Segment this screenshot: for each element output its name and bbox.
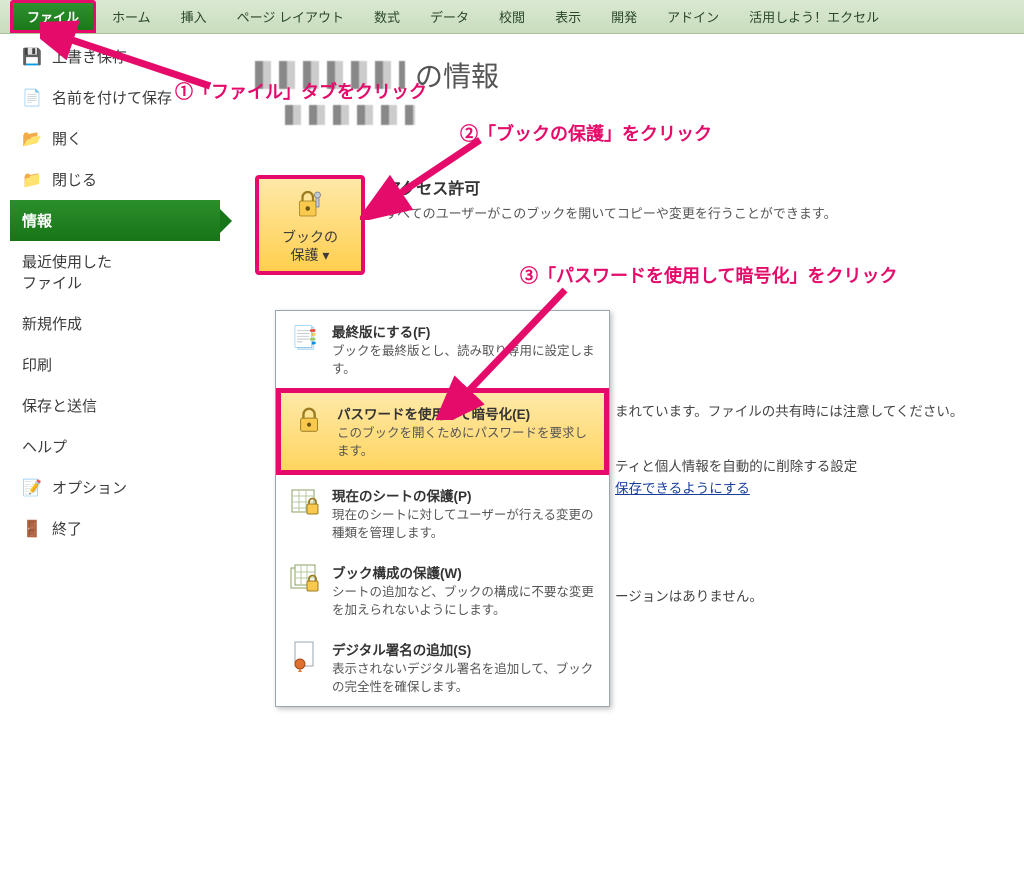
share-warning-text: まれています。ファイルの共有時には注意してください。 bbox=[615, 400, 963, 420]
ribbon-tab-file[interactable]: ファイル bbox=[10, 0, 96, 33]
privacy-enable-link[interactable]: 保存できるようにする bbox=[615, 481, 750, 496]
save-icon: 💾 bbox=[22, 47, 42, 67]
access-permission-desc: すべてのユーザーがこのブックを開いてコピーや変更を行うことができます。 bbox=[385, 203, 837, 222]
lock-icon bbox=[293, 403, 327, 437]
nav-label: オプション bbox=[52, 477, 127, 498]
menu-item-desc: 現在のシートに対してユーザーが行える変更の種類を管理します。 bbox=[332, 507, 597, 542]
options-icon: 📝 bbox=[22, 478, 42, 498]
nav-label: 終了 bbox=[52, 518, 82, 539]
nav-label: 新規作成 bbox=[22, 313, 82, 334]
nav-label: 開く bbox=[52, 128, 82, 149]
menu-protect-sheet[interactable]: 現在のシートの保護(P) 現在のシートに対してユーザーが行える変更の種類を管理し… bbox=[276, 475, 609, 552]
menu-item-title: 現在のシートの保護(P) bbox=[332, 485, 597, 505]
ribbon-tab-formulas[interactable]: 数式 bbox=[360, 0, 414, 33]
ribbon-tab-insert[interactable]: 挿入 bbox=[167, 0, 221, 33]
nav-exit[interactable]: 🚪 終了 bbox=[10, 508, 220, 549]
protect-workbook-menu: 📑 最終版にする(F) ブックを最終版とし、読み取り専用に設定します。 パスワー… bbox=[275, 310, 610, 707]
nav-label: 上書き保存 bbox=[52, 46, 127, 67]
protect-btn-line2: 保護 ▾ bbox=[291, 247, 330, 263]
access-permission-heading: アクセス許可 bbox=[385, 175, 837, 199]
menu-item-title: ブック構成の保護(W) bbox=[332, 562, 597, 582]
ribbon-tab-data[interactable]: データ bbox=[416, 0, 483, 33]
nav-print[interactable]: 印刷 bbox=[10, 344, 220, 385]
nav-label: ヘルプ bbox=[22, 436, 67, 457]
workbook-lock-icon bbox=[288, 562, 322, 596]
exit-icon: 🚪 bbox=[22, 519, 42, 539]
menu-item-title: 最終版にする(F) bbox=[332, 321, 597, 341]
nav-recent[interactable]: 最近使用した ファイル bbox=[10, 241, 220, 303]
open-folder-icon: 📂 bbox=[22, 129, 42, 149]
save-as-icon: 📄 bbox=[22, 88, 42, 108]
menu-item-desc: ブックを最終版とし、読み取り専用に設定します。 bbox=[332, 343, 597, 378]
nav-label: 最近使用した ファイル bbox=[22, 251, 112, 293]
ribbon-tab-addin[interactable]: アドイン bbox=[653, 0, 733, 33]
ribbon: ファイル ホーム 挿入 ページ レイアウト 数式 データ 校閲 表示 開発 アド… bbox=[0, 0, 1024, 34]
nav-label: 保存と送信 bbox=[22, 395, 97, 416]
nav-save[interactable]: 💾 上書き保存 bbox=[10, 36, 220, 77]
nav-label: 閉じる bbox=[52, 169, 97, 190]
nav-label: 情報 bbox=[22, 210, 52, 231]
mark-final-icon: 📑 bbox=[288, 321, 322, 355]
ribbon-tab-review[interactable]: 校閲 bbox=[485, 0, 539, 33]
nav-new[interactable]: 新規作成 bbox=[10, 303, 220, 344]
ribbon-tab-view[interactable]: 表示 bbox=[541, 0, 595, 33]
ribbon-tab-dev[interactable]: 開発 bbox=[597, 0, 651, 33]
nav-help[interactable]: ヘルプ bbox=[10, 426, 220, 467]
menu-item-desc: 表示されないデジタル署名を追加して、ブックの完全性を確保します。 bbox=[332, 661, 597, 696]
close-folder-icon: 📁 bbox=[22, 170, 42, 190]
menu-item-desc: シートの追加など、ブックの構成に不要な変更を加えられないようにします。 bbox=[332, 584, 597, 619]
callout-3: ③「パスワードを使用して暗号化」をクリック bbox=[520, 262, 897, 288]
menu-encrypt-password[interactable]: パスワードを使用して暗号化(E) このブックを開くためにパスワードを要求します。 bbox=[276, 388, 609, 475]
ribbon-tab-home[interactable]: ホーム bbox=[98, 0, 165, 33]
menu-item-title: デジタル署名の追加(S) bbox=[332, 639, 597, 659]
nav-close[interactable]: 📁 閉じる bbox=[10, 159, 220, 200]
menu-item-desc: このブックを開くためにパスワードを要求します。 bbox=[337, 425, 592, 460]
protect-workbook-button[interactable]: ブックの 保護 ▾ bbox=[255, 175, 365, 275]
privacy-text: ティと個人情報を自動的に削除する設定 bbox=[615, 455, 857, 475]
lock-key-icon bbox=[292, 186, 328, 222]
menu-add-signature[interactable]: デジタル署名の追加(S) 表示されないデジタル署名を追加して、ブックの完全性を確… bbox=[276, 629, 609, 706]
redacted-path bbox=[285, 105, 415, 125]
page-title: の情報 bbox=[415, 55, 499, 95]
menu-item-title: パスワードを使用して暗号化(E) bbox=[337, 403, 592, 423]
menu-mark-final[interactable]: 📑 最終版にする(F) ブックを最終版とし、読み取り専用に設定します。 bbox=[276, 311, 609, 388]
sheet-lock-icon bbox=[288, 485, 322, 519]
version-history-text: ージョンはありません。 bbox=[615, 585, 763, 605]
callout-1: ①「ファイル」タブをクリック bbox=[175, 78, 427, 104]
nav-options[interactable]: 📝 オプション bbox=[10, 467, 220, 508]
protect-btn-line1: ブックの bbox=[282, 229, 338, 245]
callout-2: ②「ブックの保護」をクリック bbox=[460, 120, 712, 146]
ribbon-tab-layout[interactable]: ページ レイアウト bbox=[223, 0, 358, 33]
nav-info[interactable]: 情報 bbox=[10, 200, 220, 241]
signature-icon bbox=[288, 639, 322, 673]
nav-label: 名前を付けて保存 bbox=[52, 87, 172, 108]
backstage-nav: 💾 上書き保存 📄 名前を付けて保存 📂 開く 📁 閉じる 情報 最近使用した … bbox=[10, 36, 220, 549]
nav-label: 印刷 bbox=[22, 354, 52, 375]
nav-save-send[interactable]: 保存と送信 bbox=[10, 385, 220, 426]
ribbon-tab-extra[interactable]: 活用しよう！エクセル bbox=[735, 0, 893, 33]
nav-open[interactable]: 📂 開く bbox=[10, 118, 220, 159]
menu-protect-structure[interactable]: ブック構成の保護(W) シートの追加など、ブックの構成に不要な変更を加えられない… bbox=[276, 552, 609, 629]
